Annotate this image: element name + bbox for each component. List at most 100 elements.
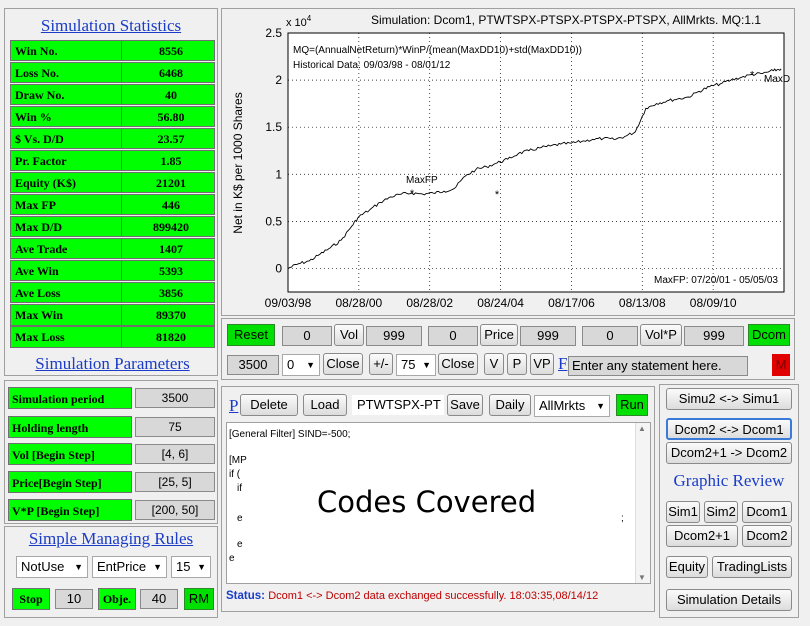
length-select-value: 75 (401, 357, 416, 372)
stop-value[interactable]: 10 (55, 589, 93, 609)
param-label: Price[Begin Step] (12, 476, 102, 490)
simulation-details-button[interactable]: Simulation Details (666, 589, 792, 611)
y-tick-label: 1 (275, 167, 282, 181)
stat-value: 89370 (156, 308, 186, 322)
param-value[interactable]: [200, 50] (135, 500, 215, 520)
stat-value: 21201 (156, 176, 186, 190)
plus-minus-button[interactable]: +/- (369, 353, 393, 375)
vol-to-field[interactable]: 999 (366, 326, 422, 346)
dcom1-button[interactable]: Dcom1 (742, 501, 792, 523)
volp-from-field[interactable]: 0 (582, 326, 638, 346)
scroll-up-icon[interactable]: ▲ (638, 424, 646, 433)
statement-input[interactable]: Enter any statement here. (568, 356, 748, 376)
chart-panel: Simulation: Dcom1, PTWTSPX-PTSPX-PTSPX-P… (221, 8, 795, 316)
offset-select[interactable]: 0 ▼ (282, 354, 320, 376)
stat-row: Equity (K$) 21201 (10, 172, 215, 193)
x-tick-label: 09/03/98 (265, 296, 312, 310)
price-button[interactable]: Price (480, 324, 518, 346)
maxfp-marker-label: MaxFP (406, 175, 438, 186)
x-tick-label: 08/09/10 (690, 296, 737, 310)
close-button-2[interactable]: Close (438, 353, 478, 375)
codes-covered-text: Codes Covered (317, 485, 537, 519)
sim2-button[interactable]: Sim2 (704, 501, 738, 523)
param-value[interactable]: [25, 5] (135, 472, 215, 492)
obje-value[interactable]: 40 (140, 589, 178, 609)
p-link[interactable]: P (229, 396, 238, 416)
rule-select-2[interactable]: EntPrice ▼ (92, 556, 167, 578)
stat-value: 899420 (153, 220, 189, 234)
period-field[interactable]: 3500 (227, 355, 279, 375)
dcom-button[interactable]: Dcom (748, 324, 790, 346)
f-link[interactable]: F (558, 354, 567, 374)
param-value[interactable]: 75 (135, 417, 215, 437)
equity-chart: Simulation: Dcom1, PTWTSPX-PTSPX-PTSPX-P… (231, 13, 790, 310)
volp-button[interactable]: Vol*P (640, 324, 682, 346)
reset-button[interactable]: Reset (227, 324, 275, 346)
stat-row: Ave Win 5393 (10, 260, 215, 281)
stat-label: Max Win (15, 308, 63, 322)
param-value[interactable]: [4, 6] (135, 444, 215, 464)
chevron-down-icon: ▼ (153, 562, 162, 572)
p-button[interactable]: P (507, 353, 527, 375)
stat-label: $ Vs. D/D (15, 132, 64, 146)
rule-select-1[interactable]: NotUse ▼ (16, 556, 88, 578)
v-button[interactable]: V (484, 353, 504, 375)
sim1-button[interactable]: Sim1 (666, 501, 700, 523)
y-axis-label: Net in K$ per 1000 Shares (231, 92, 245, 233)
stat-divider (121, 195, 122, 214)
chevron-down-icon: ▼ (596, 401, 605, 411)
stat-row: Ave Loss 3856 (10, 282, 215, 303)
dcom2-button[interactable]: Dcom2 (742, 525, 792, 547)
chevron-down-icon: ▼ (422, 360, 431, 370)
delete-button[interactable]: Delete (240, 394, 298, 416)
stat-value: 3856 (159, 286, 183, 300)
stat-row: Max Loss 81820 (10, 326, 215, 348)
stat-row: Loss No. 6468 (10, 62, 215, 83)
m-button[interactable]: M (772, 354, 790, 376)
equity-button[interactable]: Equity (666, 556, 708, 578)
run-button[interactable]: Run (616, 394, 648, 416)
stat-label: Equity (K$) (15, 176, 77, 190)
volp-to-field[interactable]: 999 (684, 326, 744, 346)
rm-button[interactable]: RM (184, 588, 214, 610)
code-line: e (237, 539, 243, 550)
file-name-field[interactable]: PTWTSPX-PT (352, 395, 444, 415)
maxfp-note: MaxFP: 07/20/01 - 05/05/03 (654, 275, 778, 286)
scrollbar[interactable]: ▲ ▼ (635, 423, 650, 583)
historical-annotation: Historical Data: 09/03/98 - 08/01/12 (293, 60, 451, 71)
vol-button[interactable]: Vol (334, 324, 364, 346)
price-from-field[interactable]: 0 (428, 326, 478, 346)
simu-swap-button[interactable]: Simu2 <-> Simu1 (666, 388, 792, 410)
vp-button[interactable]: VP (530, 353, 554, 375)
scroll-down-icon[interactable]: ▼ (638, 573, 646, 582)
stat-value: 5393 (159, 264, 183, 278)
trading-lists-button[interactable]: TradingLists (712, 556, 792, 578)
price-to-field[interactable]: 999 (520, 326, 576, 346)
param-value[interactable]: 3500 (135, 388, 215, 408)
code-editor[interactable]: [General Filter] SIND=-500; [MP if ( if … (226, 422, 651, 584)
close-button-1[interactable]: Close (323, 353, 363, 375)
daily-button[interactable]: Daily (489, 394, 531, 416)
load-button[interactable]: Load (303, 394, 347, 416)
stat-value: 40 (165, 88, 177, 102)
param-label-box: Price[Begin Step] (8, 471, 132, 493)
dcom2plus1-button[interactable]: Dcom2+1 (666, 525, 738, 547)
param-label-box: Vol [Begin Step] (8, 443, 132, 465)
save-button[interactable]: Save (447, 394, 483, 416)
rule-select-3[interactable]: 15 ▼ (171, 556, 211, 578)
stat-divider (121, 151, 122, 170)
vol-from-field[interactable]: 0 (282, 326, 332, 346)
offset-select-value: 0 (287, 357, 295, 372)
rule-select-1-value: NotUse (21, 559, 65, 574)
rules-title[interactable]: Simple Managing Rules (5, 529, 217, 549)
stat-divider (121, 239, 122, 258)
rule-select-2-value: EntPrice (97, 559, 147, 574)
x-tick-label: 08/24/04 (477, 296, 524, 310)
dcom-merge-button[interactable]: Dcom2+1 -> Dcom2 (666, 442, 792, 464)
stat-row: Win % 56.80 (10, 106, 215, 127)
dcom-swap-button[interactable]: Dcom2 <-> Dcom1 (666, 418, 792, 440)
length-select[interactable]: 75 ▼ (396, 354, 436, 376)
market-select[interactable]: AllMrkts ▼ (534, 395, 610, 417)
params-title[interactable]: Simulation Parameters (10, 354, 215, 374)
status-bar: Status: Dcom1 <-> Dcom2 data exchanged s… (226, 590, 651, 608)
